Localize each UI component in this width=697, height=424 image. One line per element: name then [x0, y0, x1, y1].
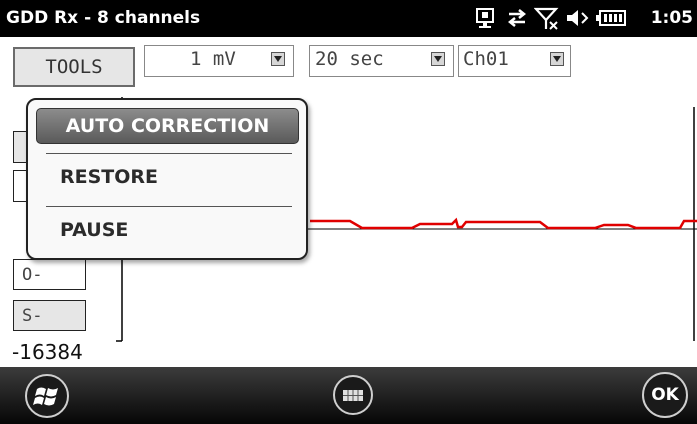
tools-popup-menu: AUTO CORRECTION RESTORE PAUSE: [26, 98, 308, 260]
auto-correction-menu-item[interactable]: AUTO CORRECTION: [36, 108, 299, 144]
sync-icon: [476, 8, 494, 28]
y-min-label: -16384: [12, 340, 83, 364]
pause-menu-item[interactable]: PAUSE: [60, 219, 128, 241]
bottom-bar: OK: [0, 367, 697, 424]
sensitivity-value: 1 mV: [190, 48, 236, 70]
tools-button[interactable]: TOOLS: [13, 47, 135, 87]
windows-start-icon[interactable]: [24, 373, 70, 419]
offset-minus-button[interactable]: O-: [13, 259, 86, 290]
ok-button[interactable]: OK: [642, 372, 688, 418]
clock: 1:05: [650, 8, 693, 28]
app-title: GDD Rx - 8 channels: [6, 8, 201, 28]
scale-minus-button[interactable]: S-: [13, 300, 86, 331]
channel-value: Ch01: [463, 48, 509, 70]
channel-select[interactable]: Ch01: [458, 45, 571, 77]
status-bar: GDD Rx - 8 channels 1:05: [0, 0, 697, 37]
offset-minus-label: O-: [22, 265, 43, 285]
timebase-value: 20 sec: [315, 48, 384, 70]
chevron-down-icon: [271, 52, 285, 66]
timebase-select[interactable]: 20 sec: [309, 45, 454, 77]
no-signal-icon: [534, 7, 559, 30]
signal-trace: [310, 217, 697, 230]
ok-label: OK: [651, 385, 679, 405]
chevron-down-icon: [550, 52, 564, 66]
scale-minus-label: S-: [22, 306, 43, 326]
keyboard-icon[interactable]: [332, 374, 374, 416]
battery-icon: [596, 10, 626, 26]
connectivity-icon: [507, 9, 527, 27]
chevron-down-icon: [431, 52, 445, 66]
restore-menu-item[interactable]: RESTORE: [60, 166, 158, 188]
sensitivity-select[interactable]: 1 mV: [144, 45, 294, 77]
menu-divider: [46, 206, 292, 207]
volume-icon: [567, 10, 589, 26]
menu-divider: [46, 153, 292, 154]
